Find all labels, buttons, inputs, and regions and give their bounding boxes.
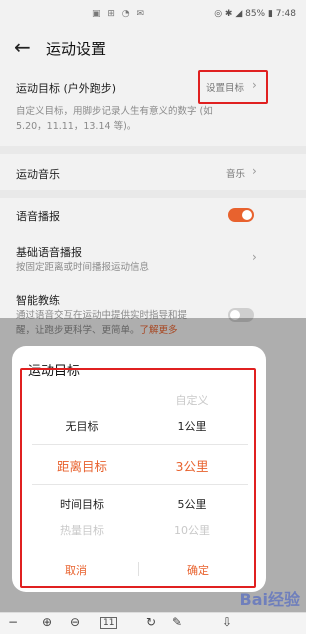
voice-toggle[interactable] [228,208,254,222]
page-number-icon[interactable]: 11 [100,617,118,629]
zoom-out-icon[interactable]: ⊖ [70,615,80,629]
music-value[interactable]: 音乐 [226,166,245,180]
chevron-right-icon: › [252,164,257,178]
toggle-knob [242,210,252,220]
pen-icon[interactable]: ✎ [172,615,182,629]
basic-voice-title[interactable]: 基础语音播报 [16,244,82,260]
goal-description-line1: 自定义目标，用脚步记录人生有意义的数字 (如 [16,106,213,117]
zoom-in-icon[interactable]: ⊕ [42,615,52,629]
minus-icon[interactable]: − [8,615,18,629]
page-title: 运动设置 [46,40,107,58]
basic-voice-subtitle: 按固定距离或时间播报运动信息 [16,262,150,273]
status-bar: ▣ ⊞ ◔ ✉ ◎ ✱ ◢ 85% ▮ 7:48 [0,0,306,30]
status-indicators: ◎ ✱ ◢ 85% ▮ 7:48 [214,9,296,19]
music-row-title[interactable]: 运动音乐 [16,166,60,182]
divider [0,190,306,198]
notification-icons: ▣ ⊞ ◔ ✉ [92,9,147,19]
download-icon[interactable]: ⇩ [222,615,232,629]
divider [0,146,306,154]
goal-row-title: 运动目标 (户外跑步) [16,82,117,95]
coach-title: 智能教练 [16,294,60,307]
picker-highlight-box [20,368,256,588]
chevron-right-icon: › [252,78,257,92]
app-header: ← 运动设置 [0,30,306,66]
refresh-icon[interactable]: ↻ [146,615,156,629]
bottom-toolbar: − ⊕ ⊖ 11 ↻ ✎ ⇩ [0,612,306,634]
goal-description-line2: 5.20，11.11，13.14 等)。 [16,121,137,132]
back-arrow-icon[interactable]: ← [14,36,31,58]
set-goal-button[interactable]: 设置目标 [206,80,244,94]
voice-row-title: 语音播报 [16,210,60,223]
chevron-right-icon: › [252,250,257,264]
watermark-logo: Bai经验 [239,590,300,609]
